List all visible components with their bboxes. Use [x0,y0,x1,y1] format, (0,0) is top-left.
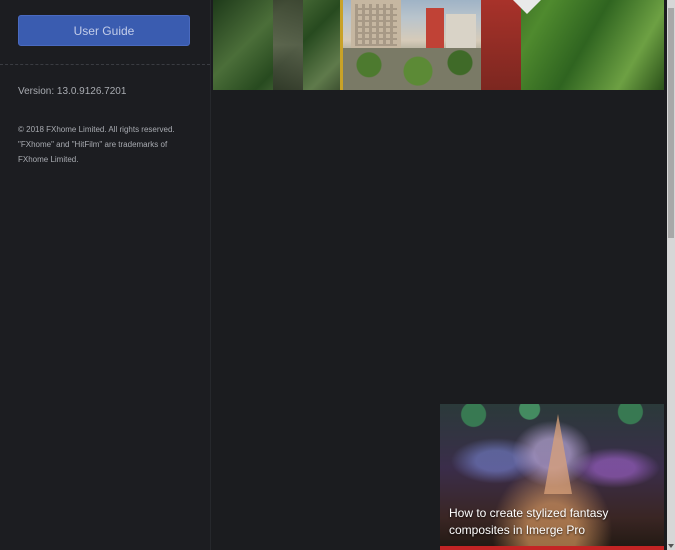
copyright-line: FXhome Limited. [18,155,79,164]
sidebar-divider [0,64,210,65]
image-seam [340,0,343,90]
building [351,0,401,50]
white-shape [513,0,541,14]
copyright-line: © 2018 FXhome Limited. All rights reserv… [18,125,175,134]
building [426,8,444,48]
vertical-scrollbar[interactable] [667,0,675,550]
trees [341,48,481,90]
building [446,14,476,48]
tutorial-card[interactable]: How to create stylized fantasy composite… [440,404,664,550]
scroll-down-arrow-icon[interactable] [668,544,674,548]
scrollbar-thumb[interactable] [668,8,674,238]
tutorial-card-title: How to create stylized fantasy composite… [449,506,609,537]
copyright-text: © 2018 FXhome Limited. All rights reserv… [18,122,198,167]
tutorial-card-accent-bar [440,546,664,550]
city-image [341,0,481,90]
user-guide-button[interactable]: User Guide [18,15,190,46]
hero-banner-image[interactable] [213,0,664,90]
eiffel-tower-shape [544,414,572,494]
sidebar: User Guide Version: 13.0.9126.7201 © 201… [0,0,211,550]
version-text: Version: 13.0.9126.7201 [18,86,127,97]
copyright-line: "FXhome" and "HitFilm" are trademarks of [18,140,168,149]
forest-image-left [213,0,343,90]
